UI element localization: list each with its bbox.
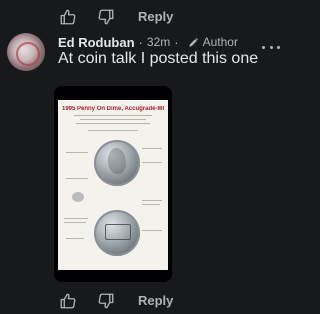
author-badge: Author xyxy=(202,35,238,49)
coin-obverse-image xyxy=(94,140,140,186)
comment-text: At coin talk I posted this one xyxy=(58,50,259,67)
comment-image[interactable]: 1995 Penny On Dime, Accugrade-MINT xyxy=(54,86,172,282)
top-action-bar: Reply xyxy=(0,2,304,32)
coin-photo: 1995 Penny On Dime, Accugrade-MINT xyxy=(58,100,168,270)
pencil-icon xyxy=(188,37,199,48)
coin-reverse-image xyxy=(94,210,140,256)
comment-meta: Ed Roduban · 32m · Author xyxy=(58,34,238,50)
thumbs-down-icon[interactable] xyxy=(96,7,116,27)
reply-button[interactable]: Reply xyxy=(138,9,173,24)
thumbs-down-icon[interactable] xyxy=(96,291,116,311)
small-coin-image xyxy=(72,192,84,202)
more-horizontal-icon xyxy=(262,45,265,49)
reply-button[interactable]: Reply xyxy=(138,293,173,308)
photo-title: 1995 Penny On Dime, Accugrade-MINT xyxy=(62,106,164,112)
avatar[interactable] xyxy=(7,33,45,71)
comment-timestamp[interactable]: 32m xyxy=(147,35,170,49)
more-options-button[interactable] xyxy=(262,40,280,54)
thumbs-up-icon[interactable] xyxy=(58,291,78,311)
separator-dot: · xyxy=(174,34,179,50)
thumbs-up-icon[interactable] xyxy=(58,7,78,27)
author-name[interactable]: Ed Roduban xyxy=(58,35,135,50)
comment-action-bar: Reply xyxy=(0,286,304,314)
separator-dot: · xyxy=(138,34,143,50)
